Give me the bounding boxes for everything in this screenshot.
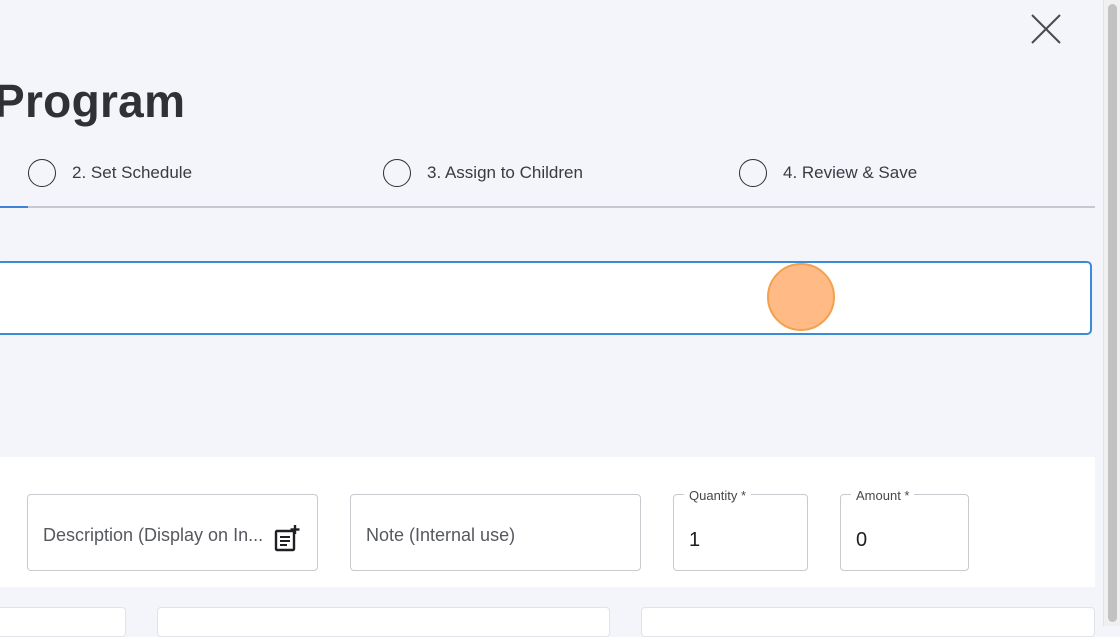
step-label: 3. Assign to Children [427, 163, 583, 182]
stepper-progress-track [0, 206, 1095, 208]
step-label: 4. Review & Save [783, 163, 918, 182]
step-assign-to-children[interactable]: 3. Assign to Children [383, 157, 583, 189]
fee-item-row: Description (Display on In... Note (Inte… [0, 457, 1095, 587]
quantity-label: Quantity * [684, 488, 752, 503]
step-review-save[interactable]: 4. Review & Save [739, 157, 917, 189]
note-placeholder: Note (Internal use) [366, 525, 516, 545]
bottom-card-left [0, 607, 126, 637]
quantity-value: 1 [689, 529, 701, 551]
step-label: 2. Set Schedule [72, 163, 193, 182]
bottom-card-right [641, 607, 1095, 637]
bottom-card-middle [157, 607, 610, 637]
step-set-schedule[interactable]: 2. Set Schedule [28, 157, 192, 189]
note-add-icon[interactable] [274, 524, 300, 552]
description-field[interactable]: Description (Display on In... [27, 494, 318, 571]
scrollbar-thumb[interactable] [1108, 4, 1117, 622]
step-circle-icon [383, 159, 411, 187]
vertical-scrollbar[interactable] [1103, 0, 1120, 626]
dialog-title: Program [0, 75, 186, 127]
amount-value: 0 [856, 529, 868, 551]
description-placeholder: Description (Display on In... [43, 525, 264, 545]
step-circle-icon [28, 159, 56, 187]
stepper-progress-fill [0, 206, 28, 208]
amount-label: Amount * [851, 488, 915, 503]
close-button[interactable] [1026, 10, 1066, 50]
note-field[interactable]: Note (Internal use) [350, 494, 641, 571]
program-name-input[interactable] [0, 261, 1092, 335]
amount-field[interactable]: Amount * 0 [840, 488, 969, 571]
close-icon [1031, 14, 1061, 44]
quantity-field[interactable]: Quantity * 1 [673, 488, 808, 571]
step-circle-icon [739, 159, 767, 187]
